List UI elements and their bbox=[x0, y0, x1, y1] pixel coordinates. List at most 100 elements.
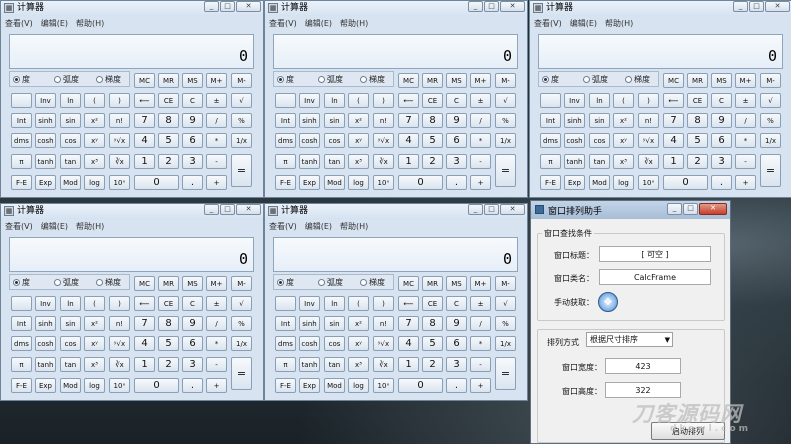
key-sym[interactable]: ( bbox=[348, 93, 369, 108]
key-sym[interactable]: ± bbox=[206, 93, 227, 108]
key-x[interactable]: xʸ bbox=[84, 133, 105, 148]
key-0[interactable]: 0 bbox=[398, 378, 443, 393]
angle-mode-radio[interactable]: 梯度 bbox=[360, 74, 385, 85]
key-ms[interactable]: MS bbox=[182, 73, 203, 88]
angle-mode-radio[interactable]: 弧度 bbox=[54, 74, 79, 85]
key-sym[interactable]: π bbox=[275, 154, 296, 169]
key-x[interactable]: ʸ√x bbox=[638, 133, 659, 148]
menu-item[interactable]: 查看(V) bbox=[5, 18, 33, 30]
key-inv[interactable]: Inv bbox=[299, 93, 320, 108]
key-tanh[interactable]: tanh bbox=[35, 357, 56, 372]
key-1[interactable]: 1 bbox=[663, 154, 684, 169]
key-sym[interactable]: π bbox=[540, 154, 561, 169]
menu-item[interactable]: 帮助(H) bbox=[340, 18, 368, 30]
angle-mode-radio[interactable]: 梯度 bbox=[360, 277, 385, 288]
key-1x[interactable]: 1/x bbox=[231, 336, 252, 351]
key-5[interactable]: 5 bbox=[422, 336, 443, 351]
key-x[interactable]: ∛x bbox=[373, 357, 394, 372]
key-x[interactable]: xʸ bbox=[348, 133, 369, 148]
key-10[interactable]: 10ˣ bbox=[373, 175, 394, 190]
angle-mode-radio[interactable]: 弧度 bbox=[318, 74, 343, 85]
close-button[interactable]: ✕ bbox=[500, 1, 525, 12]
key-sym[interactable]: * bbox=[206, 336, 227, 351]
key-cosh[interactable]: cosh bbox=[299, 336, 320, 351]
key-dms[interactable]: dms bbox=[11, 133, 32, 148]
key-sym[interactable]: % bbox=[231, 113, 252, 128]
angle-mode-radio[interactable]: 弧度 bbox=[318, 277, 343, 288]
key-exp[interactable]: Exp bbox=[35, 378, 56, 393]
angle-mode-radio[interactable]: 弧度 bbox=[583, 74, 608, 85]
key-fe[interactable]: F-E bbox=[11, 175, 32, 190]
window-title-input[interactable]: [ 可空 ] bbox=[599, 246, 711, 262]
key-2[interactable]: 2 bbox=[422, 154, 443, 169]
key-sym[interactable]: ( bbox=[613, 93, 634, 108]
key-tan[interactable]: tan bbox=[324, 357, 345, 372]
key-1[interactable]: 1 bbox=[134, 154, 155, 169]
key-x[interactable]: xʸ bbox=[348, 336, 369, 351]
key-n[interactable]: n! bbox=[109, 113, 130, 128]
arrange-mode-select[interactable]: 根据尺寸排序 ▼ bbox=[586, 332, 673, 347]
key-sym[interactable]: % bbox=[495, 113, 516, 128]
key-cos[interactable]: cos bbox=[60, 336, 81, 351]
key-sym[interactable]: - bbox=[470, 154, 491, 169]
key-exp[interactable]: Exp bbox=[35, 175, 56, 190]
key-3[interactable]: 3 bbox=[711, 154, 732, 169]
key-x[interactable]: x² bbox=[348, 316, 369, 331]
key-int[interactable]: Int bbox=[540, 113, 561, 128]
menu-item[interactable]: 帮助(H) bbox=[340, 221, 368, 233]
key-tan[interactable]: tan bbox=[589, 154, 610, 169]
key-sym[interactable]: ( bbox=[84, 93, 105, 108]
key-sym[interactable]: * bbox=[735, 133, 756, 148]
key-mr[interactable]: MR bbox=[422, 73, 443, 88]
key-7[interactable]: 7 bbox=[663, 113, 684, 128]
key-x[interactable]: xʸ bbox=[613, 133, 634, 148]
key-sym[interactable]: / bbox=[470, 316, 491, 331]
key-mr[interactable]: MR bbox=[158, 73, 179, 88]
key-x[interactable]: x³ bbox=[348, 357, 369, 372]
key-sym[interactable]: - bbox=[470, 357, 491, 372]
key-n[interactable]: n! bbox=[109, 316, 130, 331]
key-tanh[interactable]: tanh bbox=[35, 154, 56, 169]
key-cosh[interactable]: cosh bbox=[299, 133, 320, 148]
key-sin[interactable]: sin bbox=[324, 113, 345, 128]
height-input[interactable]: 322 bbox=[605, 382, 681, 398]
key-ln[interactable]: ln bbox=[60, 93, 81, 108]
key-log[interactable]: log bbox=[348, 378, 369, 393]
key-sym[interactable]: ⟵ bbox=[134, 296, 155, 311]
angle-mode-radio[interactable]: 梯度 bbox=[96, 277, 121, 288]
key-sym[interactable]: - bbox=[735, 154, 756, 169]
key-mod[interactable]: Mod bbox=[60, 378, 81, 393]
minimize-button[interactable]: _ bbox=[204, 1, 219, 12]
maximize-button[interactable]: □ bbox=[484, 204, 499, 215]
close-button[interactable]: ✕ bbox=[236, 1, 261, 12]
key-6[interactable]: 6 bbox=[182, 133, 203, 148]
menu-item[interactable]: 编辑(E) bbox=[570, 18, 597, 30]
key-c[interactable]: C bbox=[182, 296, 203, 311]
key-10[interactable]: 10ˣ bbox=[109, 378, 130, 393]
key-sym[interactable]: = bbox=[231, 357, 252, 390]
key-log[interactable]: log bbox=[84, 378, 105, 393]
angle-mode-radio[interactable]: 度 bbox=[277, 74, 294, 85]
key-0[interactable]: 0 bbox=[134, 175, 179, 190]
key-x[interactable]: ∛x bbox=[109, 357, 130, 372]
key-m[interactable]: M- bbox=[760, 73, 781, 88]
key-3[interactable]: 3 bbox=[182, 357, 203, 372]
key-1[interactable]: 1 bbox=[134, 357, 155, 372]
angle-mode-radio[interactable]: 度 bbox=[277, 277, 294, 288]
menu-item[interactable]: 编辑(E) bbox=[305, 221, 332, 233]
key-sym[interactable]: ( bbox=[84, 296, 105, 311]
key-m[interactable]: M+ bbox=[206, 276, 227, 291]
key-x[interactable]: ʸ√x bbox=[109, 133, 130, 148]
key-5[interactable]: 5 bbox=[158, 133, 179, 148]
angle-mode-radio[interactable]: 弧度 bbox=[54, 277, 79, 288]
helper-titlebar[interactable]: 窗口排列助手 _ □ ✕ bbox=[531, 201, 730, 219]
key-sym[interactable]: ) bbox=[109, 296, 130, 311]
key-sym[interactable]: = bbox=[760, 154, 781, 187]
key-x[interactable]: ∛x bbox=[638, 154, 659, 169]
key-x[interactable]: x³ bbox=[348, 154, 369, 169]
key-sinh[interactable]: sinh bbox=[564, 113, 585, 128]
key-sym[interactable]: ) bbox=[373, 296, 394, 311]
key-9[interactable]: 9 bbox=[446, 113, 467, 128]
key-ln[interactable]: ln bbox=[589, 93, 610, 108]
minimize-button[interactable]: _ bbox=[733, 1, 748, 12]
